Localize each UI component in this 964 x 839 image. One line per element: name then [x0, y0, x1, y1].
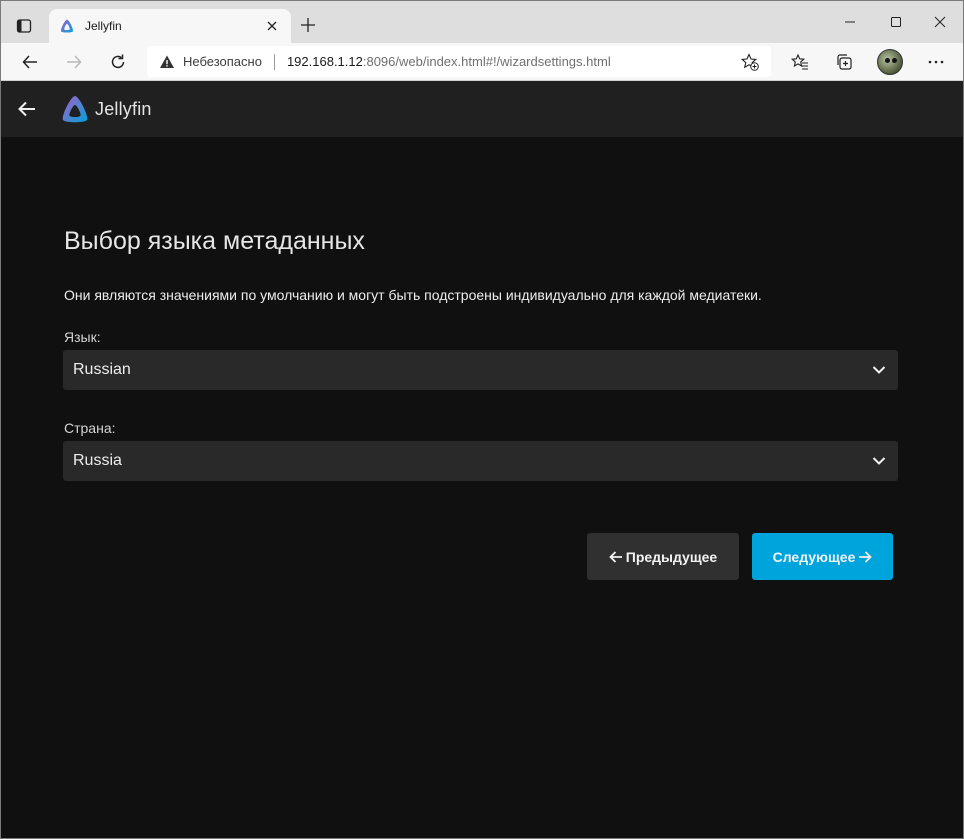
minimize-icon[interactable]: [827, 8, 873, 36]
previous-button-label: Предыдущее: [625, 548, 718, 565]
warning-icon[interactable]: [159, 54, 175, 70]
security-status-label[interactable]: Небезопасно: [183, 54, 262, 69]
plus-icon[interactable]: [297, 14, 319, 36]
app-back-button[interactable]: [13, 95, 41, 123]
arrow-right-icon: [859, 550, 873, 563]
next-button[interactable]: Следующее: [752, 533, 893, 580]
tab-actions-icon[interactable]: [9, 12, 39, 40]
app-header: Jellyfin: [1, 81, 963, 137]
url-path: :8096/web/index.html#!/wizardsettings.ht…: [362, 54, 611, 69]
avatar-right-eye: [892, 58, 897, 63]
profile-avatar[interactable]: [877, 49, 903, 75]
country-select-value: Russia: [73, 452, 122, 469]
back-arrow-icon: [18, 101, 35, 117]
tab-strip: Jellyfin: [1, 1, 963, 43]
brand-name: Jellyfin: [95, 98, 152, 119]
browser-window: Jellyfin Небезопасно 192.168.1.12:8096/w…: [0, 0, 964, 839]
more-icon[interactable]: [921, 47, 951, 77]
forward-arrow-icon[interactable]: [59, 47, 89, 77]
next-button-label: Следующее: [772, 548, 856, 565]
arrow-left-icon: [608, 550, 622, 563]
jellyfin-favicon-icon: [59, 18, 75, 34]
tab-title: Jellyfin: [85, 19, 122, 33]
language-select[interactable]: Russian: [63, 350, 898, 390]
language-label: Язык:: [64, 329, 101, 345]
previous-button[interactable]: Предыдущее: [587, 533, 739, 580]
add-favorite-icon[interactable]: [739, 51, 761, 73]
close-icon[interactable]: [263, 17, 281, 35]
url-host: 192.168.1.12: [286, 54, 363, 69]
jellyfin-logo-icon: [60, 94, 90, 124]
country-label: Страна:: [64, 420, 116, 436]
chevron-down-icon: [870, 452, 888, 470]
browser-toolbar: Небезопасно 192.168.1.12:8096/web/index.…: [1, 43, 963, 81]
collections-icon[interactable]: [829, 47, 859, 77]
language-select-value: Russian: [73, 361, 131, 378]
page-title: Выбор языка метаданных: [64, 227, 365, 255]
wizard-content: Выбор языка метаданных Они являются знач…: [1, 137, 963, 838]
country-select[interactable]: Russia: [63, 441, 898, 481]
close-window-icon[interactable]: [917, 8, 963, 36]
browser-tab[interactable]: Jellyfin: [49, 9, 291, 43]
back-arrow-icon[interactable]: [15, 47, 45, 77]
address-bar[interactable]: Небезопасно 192.168.1.12:8096/web/index.…: [147, 46, 771, 77]
chevron-down-icon: [870, 361, 888, 379]
brand[interactable]: Jellyfin: [60, 94, 152, 124]
favorites-icon[interactable]: [785, 47, 815, 77]
address-separator: [273, 53, 275, 70]
refresh-icon[interactable]: [103, 47, 133, 77]
maximize-icon[interactable]: [873, 8, 919, 36]
avatar-left-eye: [885, 58, 890, 63]
page-description: Они являются значениями по умолчанию и м…: [64, 287, 762, 303]
url-text[interactable]: 192.168.1.12:8096/web/index.html#!/wizar…: [287, 54, 739, 69]
